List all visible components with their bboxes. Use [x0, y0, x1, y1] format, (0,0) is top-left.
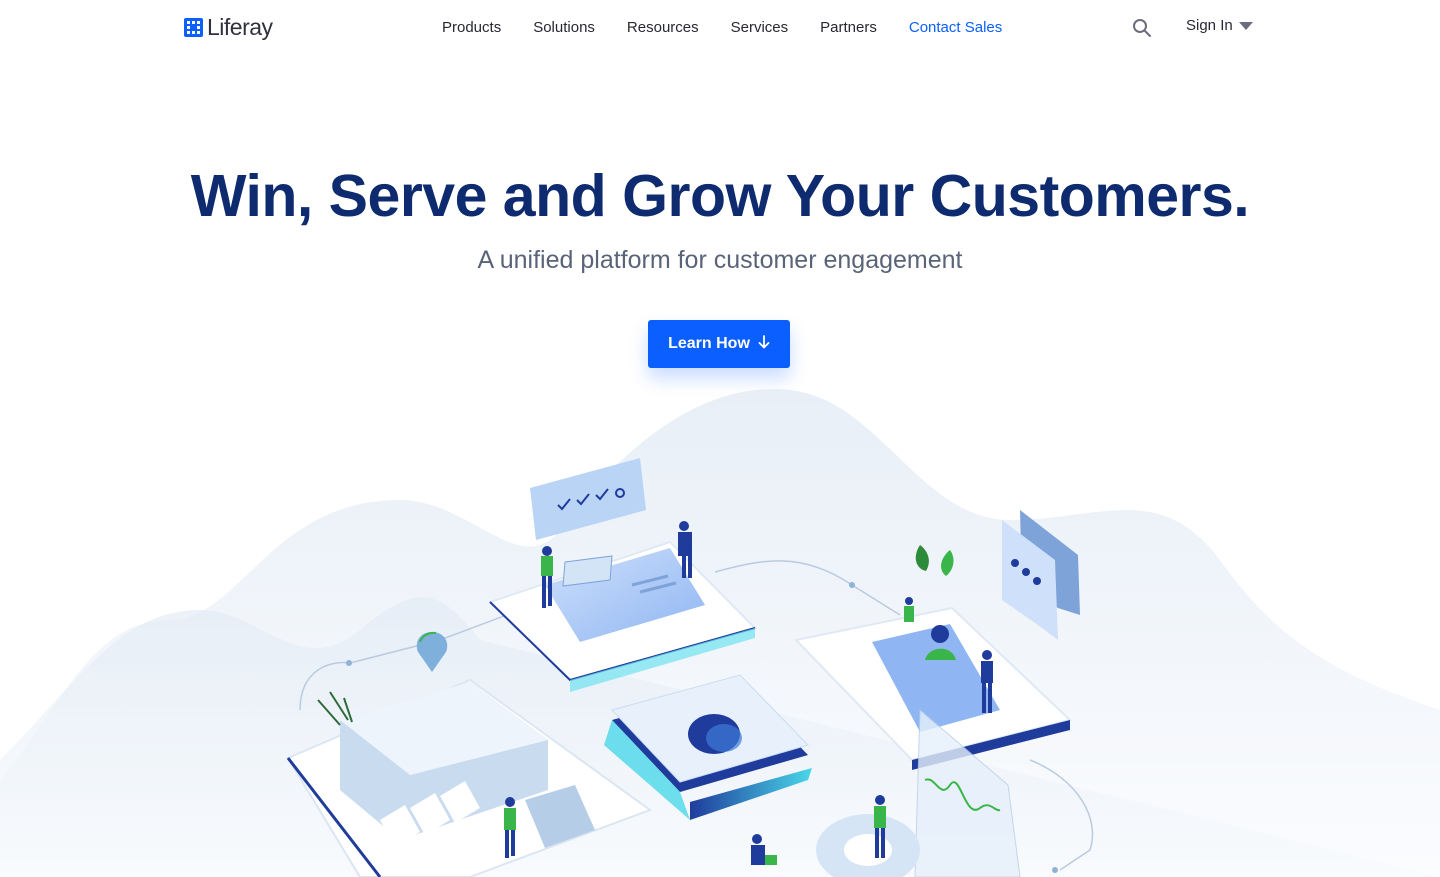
search-icon[interactable]: [1132, 18, 1152, 38]
nav-partners[interactable]: Partners: [820, 19, 877, 36]
sign-in-label: Sign In: [1186, 17, 1233, 34]
learn-how-button[interactable]: Learn How: [648, 320, 790, 368]
sign-in-menu[interactable]: Sign In: [1186, 17, 1253, 34]
nav-products[interactable]: Products: [442, 19, 501, 36]
nav-solutions[interactable]: Solutions: [533, 19, 595, 36]
liferay-logo[interactable]: Liferay: [184, 14, 273, 41]
top-navigation: Liferay Products Solutions Resources Ser…: [0, 0, 1440, 56]
hero-illustration: [0, 380, 1440, 877]
nav-services[interactable]: Services: [731, 19, 789, 36]
nav-contact-sales[interactable]: Contact Sales: [909, 19, 1002, 36]
logo-wordmark: Liferay: [207, 14, 273, 40]
learn-how-label: Learn How: [668, 335, 750, 352]
arrow-down-icon: [758, 334, 770, 354]
caret-down-icon: [1238, 17, 1253, 34]
main-menu: Products Solutions Resources Services Pa…: [442, 19, 1002, 36]
hero-title: Win, Serve and Grow Your Customers.: [190, 163, 1250, 229]
nav-resources[interactable]: Resources: [627, 19, 699, 36]
hero-subtitle: A unified platform for customer engageme…: [477, 246, 963, 274]
liferay-logo-icon: [184, 18, 203, 37]
